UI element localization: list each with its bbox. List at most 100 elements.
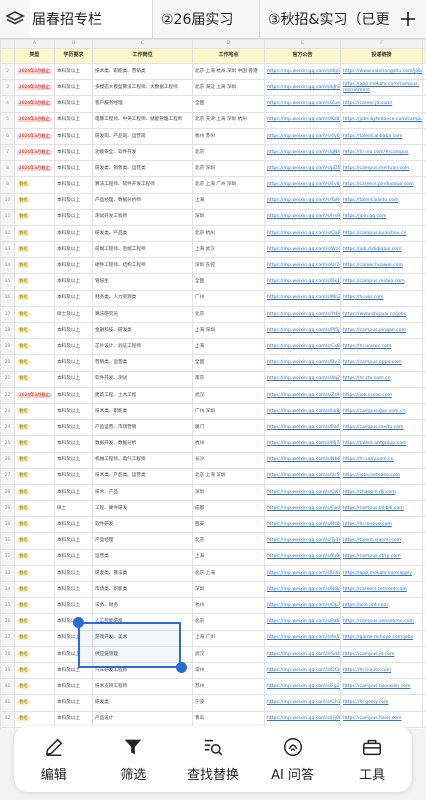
table-row[interactable]: 27 春招 本科及以上 技术类、产品类、运营类 北京 上海 深圳 https://mp.w… — [0, 467, 426, 485]
column-header[interactable]: 工作岗位 — [92, 48, 193, 64]
job-cell[interactable]: 市场类、职能类 — [92, 580, 193, 599]
location-cell[interactable]: 北京 上海 杭州 深圳 中国 香港 — [192, 62, 265, 81]
apply-link[interactable]: https://hr.unisoc.com — [340, 338, 423, 356]
announcement-link[interactable]: https://mp.weixin.qq.com/s/Bv3sDfGh — [264, 354, 341, 372]
apply-link[interactable]: https://app.mokahr.com/campus-recruitmen… — [340, 79, 423, 97]
column-header[interactable]: 投递链接 — [340, 48, 423, 64]
job-cell[interactable]: 运营类 — [92, 548, 193, 566]
education-cell[interactable]: 本科及以上 — [54, 338, 93, 356]
column-letter[interactable]: B — [54, 39, 93, 49]
type-cell[interactable]: 春招 — [14, 451, 55, 469]
extra-cell[interactable] — [422, 694, 426, 712]
table-row[interactable]: 29 春招 硕士 工程、硬件研发 成都 https://mp.weixin.qq.com/… — [0, 500, 426, 518]
row-number[interactable]: 22 — [0, 386, 15, 404]
job-cell[interactable]: 数据开发、数据分析 — [92, 435, 193, 453]
type-cell[interactable]: 春招 — [14, 645, 55, 663]
job-cell[interactable]: 软件开发、测试 — [92, 370, 193, 388]
row-number[interactable]: 16 — [0, 289, 15, 307]
announcement-link[interactable]: https://mp.weixin.qq.com/s/pD5Tg_7oga7bt — [264, 160, 341, 178]
row-number[interactable]: 19 — [0, 338, 15, 356]
location-cell[interactable]: 全国 — [192, 95, 265, 113]
announcement-link[interactable]: https://mp.weixin.qq.com/s/TaR4nMvXc — [264, 192, 341, 210]
extra-cell[interactable] — [422, 62, 426, 81]
education-cell[interactable]: 本科及以上 — [54, 564, 93, 583]
type-cell[interactable]: 春招 — [14, 532, 55, 550]
location-cell[interactable]: 广州 — [192, 289, 265, 307]
extra-cell[interactable] — [422, 370, 426, 388]
find-replace-button[interactable]: 查找替换 — [178, 729, 248, 789]
extra-cell[interactable] — [422, 143, 426, 162]
row-number[interactable]: 35 — [0, 597, 15, 615]
table-row[interactable]: 17 春招 硕士及以上 算法研究员 北京 https://mp.weixin.qq.com… — [0, 305, 426, 324]
extra-cell[interactable] — [422, 241, 426, 259]
announcement-link[interactable]: https://mp.weixin.qq.com/s/Aq2wErTy — [264, 370, 341, 388]
extra-cell[interactable] — [422, 354, 426, 372]
apply-link[interactable]: https://campus.hikvision.com — [340, 678, 423, 696]
row-number[interactable]: 17 — [0, 305, 15, 324]
column-letter[interactable]: A — [14, 39, 55, 49]
education-cell[interactable]: 本科及以上 — [54, 483, 93, 502]
apply-link[interactable]: https://hr.nio.com/#/campus — [340, 143, 423, 162]
apply-link[interactable]: https://www.zhipuai.cn/jobs — [340, 305, 423, 324]
column-header[interactable]: 类型 — [14, 48, 55, 64]
extra-cell[interactable] — [422, 500, 426, 518]
education-cell[interactable]: 本科及以上 — [54, 597, 93, 615]
row-number[interactable]: 34 — [0, 580, 15, 599]
type-cell[interactable]: 春招 — [14, 370, 55, 388]
extra-cell[interactable] — [422, 597, 426, 615]
education-cell[interactable]: 本科及以上 — [54, 62, 93, 81]
job-cell[interactable]: 产品经理、数据分析师 — [92, 192, 193, 210]
education-cell[interactable]: 本科及以上 — [54, 386, 93, 404]
extra-cell[interactable] — [422, 402, 426, 421]
announcement-link[interactable]: https://mp.weixin.qq.com/s/Mj7nHbGv — [264, 435, 341, 453]
filter-button[interactable]: 筛选 — [98, 729, 168, 789]
job-cell[interactable]: 芯片设计、验证工程师 — [92, 338, 193, 356]
table-row[interactable]: 36 春招 本科及以上 人工智能研发 北京 https://mp.weixin.qq.co… — [0, 613, 426, 631]
announcement-link[interactable]: https://mp.weixin.qq.com/s/Ui9oPaSd — [264, 564, 341, 583]
row-number[interactable]: 42 — [0, 710, 15, 728]
location-cell[interactable]: 长沙 — [192, 451, 265, 469]
apply-link[interactable]: https://hr.li-auto.com — [340, 661, 423, 680]
type-cell[interactable]: 2024年3月截止 — [14, 62, 55, 81]
type-cell[interactable]: 春招 — [14, 241, 55, 259]
table-row[interactable]: 15 春招 本科及以上 管培生 全国 https://mp.weixin.qq.com/s… — [0, 273, 426, 291]
extra-cell[interactable] — [422, 95, 426, 113]
row-number[interactable]: 25 — [0, 435, 15, 453]
table-row[interactable]: 40 春招 本科及以上 技术支持工程师 苏州 https://mp.weixin.qq.c… — [0, 678, 426, 696]
table-row[interactable]: 6 2024年3月截止 本科及以上 研发岗、产品岗、运营岗 杭州 苏州 https://m… — [0, 127, 426, 145]
job-cell[interactable]: 技术类、职能类、营销类 — [92, 62, 193, 81]
job-cell[interactable]: 供应链管理 — [92, 645, 193, 663]
location-cell[interactable]: 上海 — [192, 192, 265, 210]
apply-link[interactable]: https://careers.pinduoduo.com — [340, 176, 423, 194]
job-cell[interactable]: 电算工程师、中央工程师、储能管理工程师 — [92, 111, 193, 129]
table-row[interactable]: 42 春招 本科及以上 产品设计 青岛 https://mp.weixin.qq.com/… — [0, 710, 426, 728]
announcement-link[interactable]: https://mp.weixin.qq.com/s/Vc5xDzSa — [264, 467, 341, 485]
extra-cell[interactable] — [422, 257, 426, 275]
education-cell[interactable]: 本科及以上 — [54, 176, 93, 194]
apply-link[interactable]: https://hr.sany.com.cn — [340, 451, 423, 469]
table-row[interactable]: 38 春招 本科及以上 供应链管理 武汉 https://mp.weixin.qq.com… — [0, 645, 426, 663]
extra-cell[interactable] — [422, 127, 426, 145]
type-cell[interactable]: 春招 — [14, 354, 55, 372]
education-cell[interactable]: 本科及以上 — [54, 208, 93, 226]
type-cell[interactable]: 2024年3月截止 — [14, 127, 55, 145]
row-number[interactable]: 6 — [0, 127, 15, 145]
job-cell[interactable]: 技术支持工程师 — [92, 678, 193, 696]
type-cell[interactable]: 春招 — [14, 176, 55, 194]
education-cell[interactable]: 本科及以上 — [54, 289, 93, 307]
location-cell[interactable]: 北京 — [192, 613, 265, 631]
table-row[interactable]: 2 2024年3月截止 本科及以上 技术类、职能类、营销类 北京 上海 杭州 深圳 中国… — [0, 62, 426, 81]
education-cell[interactable]: 本科及以上 — [54, 532, 93, 550]
job-cell[interactable]: 游戏开发、美术 — [92, 629, 193, 647]
apply-link[interactable]: https://job.didiglobal.com — [340, 241, 423, 259]
type-cell[interactable]: 春招 — [14, 500, 55, 518]
extra-cell[interactable] — [422, 726, 426, 729]
edit-button[interactable]: 编辑 — [19, 729, 89, 789]
location-cell[interactable]: 全国 — [192, 354, 265, 372]
apply-link[interactable]: https://talent.baidu.com — [340, 192, 423, 210]
job-cell[interactable]: 建筑工程、土木工程 — [92, 386, 193, 404]
extra-cell[interactable] — [422, 451, 426, 469]
row-number[interactable]: 5 — [0, 111, 15, 129]
type-cell[interactable]: 2024年3月截止 — [14, 111, 55, 129]
type-cell[interactable]: 春招 — [14, 694, 55, 712]
